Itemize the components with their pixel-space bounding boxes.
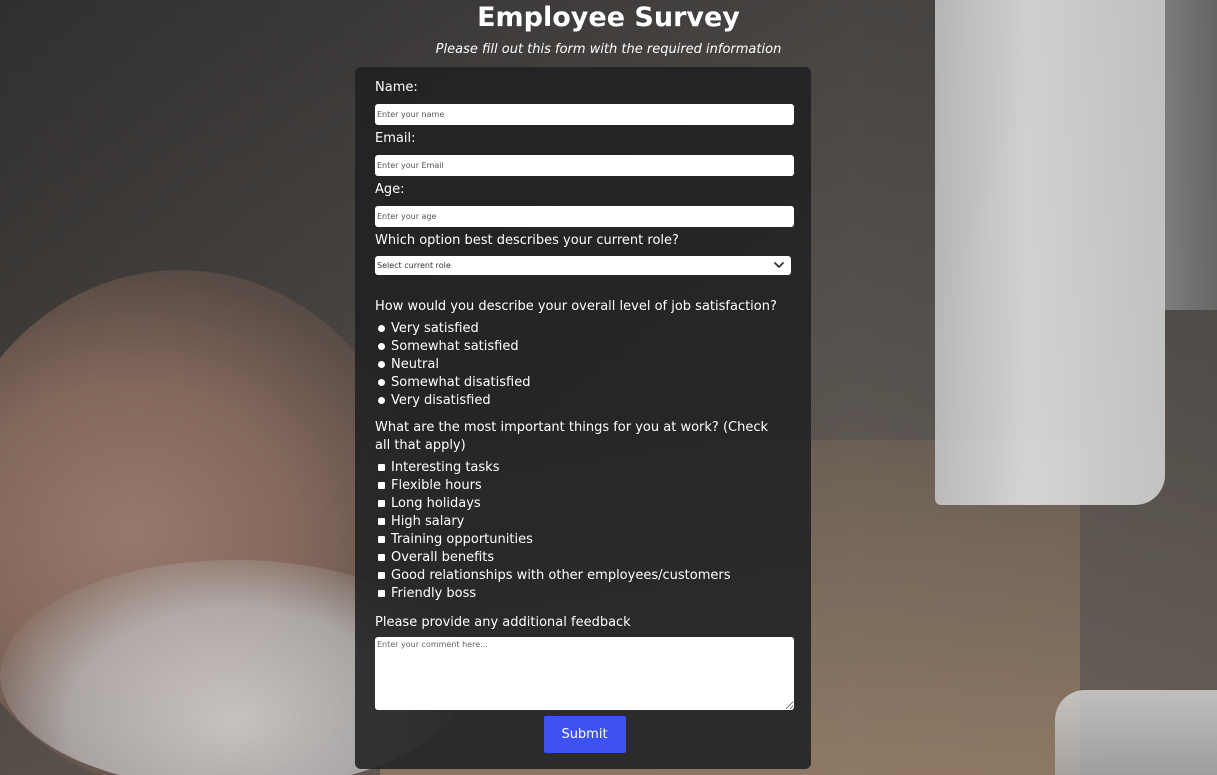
email-input[interactable] [375, 155, 794, 176]
radio-button[interactable] [378, 378, 385, 386]
important-option[interactable]: Flexible hours [375, 476, 794, 494]
checkbox[interactable] [378, 499, 385, 507]
role-select[interactable]: Select current role [375, 256, 791, 275]
satisfaction-option[interactable]: Somewhat disatisfied [375, 373, 794, 391]
important-option[interactable]: Good relationships with other employees/… [375, 566, 794, 584]
satisfaction-section: How would you describe your overall leve… [375, 298, 794, 409]
role-select-value: Select current role [377, 261, 451, 270]
checkbox[interactable] [378, 517, 385, 525]
satisfaction-options: Very satisfied Somewhat satisfied Neutra… [375, 319, 794, 409]
important-option[interactable]: Training opportunities [375, 530, 794, 548]
important-option[interactable]: Friendly boss [375, 584, 794, 602]
satisfaction-option[interactable]: Neutral [375, 355, 794, 373]
option-label: Somewhat disatisfied [391, 374, 531, 390]
checkbox[interactable] [378, 589, 385, 597]
background-monitor-stand [1055, 690, 1217, 775]
chevron-down-icon [774, 262, 784, 268]
radio-button[interactable] [378, 342, 385, 350]
checkbox[interactable] [378, 571, 385, 579]
option-label: Very satisfied [391, 320, 479, 336]
option-label: Friendly boss [391, 585, 477, 601]
email-label: Email: [375, 131, 416, 146]
important-question: What are the most important things for y… [375, 420, 769, 453]
page-title: Employee Survey [477, 2, 740, 33]
age-label: Age: [375, 182, 405, 197]
satisfaction-option[interactable]: Very satisfied [375, 319, 794, 337]
important-section: What are the most important things for y… [375, 419, 794, 602]
name-label: Name: [375, 80, 418, 95]
checkbox[interactable] [378, 553, 385, 561]
option-label: Interesting tasks [391, 459, 500, 475]
age-field-group: Age: [375, 181, 794, 227]
name-field-group: Name: [375, 79, 794, 125]
page-subtitle: Please fill out this form with the requi… [435, 42, 782, 57]
important-options: Interesting tasks Flexible hours Long ho… [375, 458, 794, 602]
important-option[interactable]: High salary [375, 512, 794, 530]
checkbox[interactable] [378, 535, 385, 543]
radio-button[interactable] [378, 360, 385, 368]
checkbox[interactable] [378, 481, 385, 489]
checkbox[interactable] [378, 463, 385, 471]
radio-button[interactable] [378, 396, 385, 404]
option-label: Neutral [391, 356, 439, 372]
background-monitor [935, 0, 1165, 505]
option-label: Overall benefits [391, 549, 495, 565]
option-label: Training opportunities [391, 531, 533, 547]
satisfaction-question: How would you describe your overall leve… [375, 299, 777, 314]
option-label: Good relationships with other employees/… [391, 567, 731, 583]
important-option[interactable]: Interesting tasks [375, 458, 794, 476]
important-option[interactable]: Overall benefits [375, 548, 794, 566]
submit-row: Submit [375, 716, 794, 753]
important-option[interactable]: Long holidays [375, 494, 794, 512]
page-header: Employee Survey Please fill out this for… [0, 0, 1217, 58]
role-label: Which option best describes your current… [375, 233, 679, 248]
option-label: Long holidays [391, 495, 481, 511]
option-label: Very disatisfied [391, 392, 491, 408]
satisfaction-option[interactable]: Somewhat satisfied [375, 337, 794, 355]
option-label: Flexible hours [391, 477, 482, 493]
feedback-label: Please provide any additional feedback [375, 615, 631, 630]
email-field-group: Email: [375, 130, 794, 176]
option-label: Somewhat satisfied [391, 338, 519, 354]
option-label: High salary [391, 513, 465, 529]
survey-form: Name: Email: Age: Which option best desc… [355, 67, 811, 769]
name-input[interactable] [375, 104, 794, 125]
radio-button[interactable] [378, 324, 385, 332]
age-input[interactable] [375, 206, 794, 227]
role-field-group: Which option best describes your current… [375, 232, 794, 275]
submit-button[interactable]: Submit [543, 716, 626, 753]
feedback-textarea[interactable] [375, 637, 794, 710]
satisfaction-option[interactable]: Very disatisfied [375, 391, 794, 409]
